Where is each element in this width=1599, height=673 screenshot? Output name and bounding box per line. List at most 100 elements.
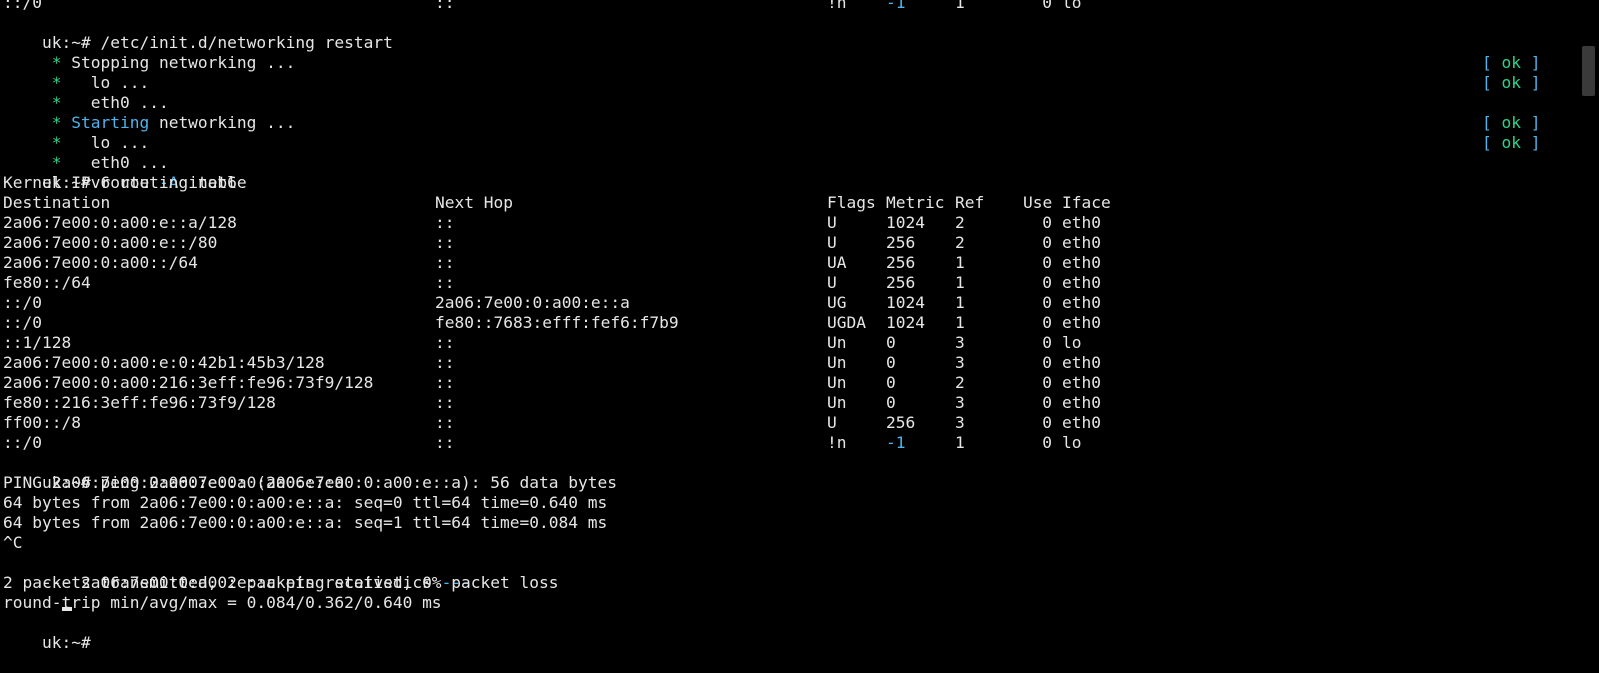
command-line-networking-restart: uk:~# /etc/init.d/networking restart	[3, 13, 393, 52]
route-row-partial: ::/0 :: !n -1 1 0 lo	[3, 0, 1082, 13]
route-iface: eth0	[1062, 293, 1101, 312]
route-ref: 1	[955, 0, 965, 12]
scrollbar[interactable]	[1578, 0, 1599, 611]
route-use: 0	[1042, 213, 1052, 232]
route-ref: 3	[955, 353, 965, 372]
route-ref: 3	[955, 393, 965, 412]
route-metric: -1	[886, 0, 906, 12]
route-row: ::1/128:: Un 0 3 0 lo	[3, 333, 1203, 353]
ping-reply: 64 bytes from 2a06:7e00:0:a00:e::a: seq=…	[3, 493, 608, 512]
route-use: 0	[1042, 0, 1052, 12]
ping-stats-header: --- 2a06:7e00:0:a00:e::a ping statistics…	[3, 553, 471, 592]
route-iface: eth0	[1062, 273, 1101, 292]
route-flags: Un	[827, 373, 847, 392]
route-ref: 3	[955, 413, 965, 432]
route-metric: 0	[886, 393, 896, 412]
route-use: 0	[1042, 313, 1052, 332]
route-destination: ::/0	[3, 0, 42, 12]
route-flags: U	[827, 413, 837, 432]
header-flags: Flags	[827, 193, 876, 212]
status-line-stop-eth0: * eth0 ... [ ok ]	[3, 73, 1563, 112]
command-line-ping: uk:~# ping 2a06:7e00:0:a00:e::a	[3, 453, 344, 492]
header-metric: Metric	[886, 193, 945, 212]
status-line-stop-lo: * lo ... [ ok ]	[3, 53, 1563, 92]
route-iface: eth0	[1062, 413, 1101, 432]
route-ref: 1	[955, 313, 965, 332]
route-metric: 0	[886, 353, 896, 372]
route-use: 0	[1042, 253, 1052, 272]
route-next-hop: ::	[435, 373, 455, 392]
route-destination: 2a06:7e00:0:a00:e::/80	[3, 233, 218, 252]
route-iface: eth0	[1062, 313, 1101, 332]
route-iface: eth0	[1062, 393, 1101, 412]
route-iface: eth0	[1062, 373, 1101, 392]
route-next-hop: ::	[435, 413, 455, 432]
route-destination: 2a06:7e00:0:a00::/64	[3, 253, 198, 272]
route-metric: 256	[886, 233, 916, 252]
route-row: 2a06:7e00:0:a00:216:3eff:fe96:73f9/128::…	[3, 373, 1203, 393]
route-next-hop: ::	[435, 253, 455, 272]
route-iface: eth0	[1062, 353, 1101, 372]
route-iface: eth0	[1062, 253, 1101, 272]
route-ref: 1	[955, 433, 965, 452]
route-destination: 2a06:7e00:0:a00:216:3eff:fe96:73f9/128	[3, 373, 374, 392]
route-next-hop: ::	[435, 353, 455, 372]
route-ref: 2	[955, 233, 965, 252]
route-use: 0	[1042, 413, 1052, 432]
route-flags: UA	[827, 253, 847, 272]
route-flags: UG	[827, 293, 847, 312]
route-flags: U	[827, 273, 837, 292]
route-metric: 1024	[886, 213, 925, 232]
final-prompt-line[interactable]: uk:~#	[3, 613, 91, 652]
terminal-window[interactable]: ::/0 :: !n -1 1 0 lo uk:~# /etc/init.d/n…	[3, 0, 1563, 652]
route-use: 0	[1042, 373, 1052, 392]
route-destination: ::/0	[3, 313, 42, 332]
route-use: 0	[1042, 433, 1052, 452]
status-line-starting: * Starting networking ...	[3, 93, 296, 132]
route-flags: Un	[827, 353, 847, 372]
interrupt-signal: ^C	[3, 533, 23, 552]
shell-prompt: uk:~#	[41, 633, 91, 652]
route-next-hop: 2a06:7e00:0:a00:e::a	[435, 293, 630, 312]
route-row: 2a06:7e00:0:a00:e::/80:: U 256 2 0 eth0	[3, 233, 1203, 253]
header-ref: Ref	[955, 193, 985, 212]
command-line-route: uk:~# route -A inet6	[3, 153, 237, 192]
route-next-hop: ::	[435, 273, 455, 292]
route-use: 0	[1042, 273, 1052, 292]
ok-badge: [ ok ]	[1482, 73, 1541, 92]
route-next-hop: ::	[435, 233, 455, 252]
route-destination: 2a06:7e00:0:a00:e::a/128	[3, 213, 237, 232]
ok-badge: [ ok ]	[1482, 53, 1541, 72]
route-iface: eth0	[1062, 233, 1101, 252]
route-row: ::/0 2a06:7e00:0:a00:e::a UG 1024 1 0 eth0	[3, 293, 1203, 313]
route-metric: 256	[886, 253, 916, 272]
route-destination: ::/0	[3, 433, 42, 452]
scrollbar-thumb[interactable]	[1582, 46, 1595, 96]
status-line-start-lo: * lo ... [ ok ]	[3, 113, 1563, 152]
route-metric: -1	[886, 433, 906, 452]
route-use: 0	[1042, 393, 1052, 412]
ping-stats-packets: 2 packets transmitted, 2 packets receive…	[3, 573, 559, 592]
route-next-hop: ::	[435, 433, 455, 452]
route-row: ::/0 fe80::7683:efff:fef6:f7b9 UGDA 1024 1 0 e…	[3, 313, 1203, 333]
route-table-title: Kernel IPv6 routing table	[3, 173, 247, 192]
route-metric: 1024	[886, 313, 925, 332]
route-ref: 2	[955, 213, 965, 232]
route-next-hop: ::	[435, 393, 455, 412]
route-destination: fe80::/64	[3, 273, 91, 292]
route-destination: ff00::/8	[3, 413, 81, 432]
route-metric: 0	[886, 333, 896, 352]
header-next-hop: Next Hop	[435, 193, 513, 212]
route-table-header: Destination Next Hop Flags Metric Ref Us…	[3, 193, 1203, 213]
route-use: 0	[1042, 233, 1052, 252]
route-flags: Un	[827, 333, 847, 352]
route-next-hop: fe80::7683:efff:fef6:f7b9	[435, 313, 679, 332]
route-flags: !n	[827, 433, 847, 452]
route-ref: 3	[955, 333, 965, 352]
route-flags: UGDA	[827, 313, 866, 332]
header-use: Use	[1023, 193, 1053, 212]
route-use: 0	[1042, 293, 1052, 312]
route-metric: 1024	[886, 293, 925, 312]
route-flags: U	[827, 233, 837, 252]
route-iface: lo	[1062, 433, 1082, 452]
